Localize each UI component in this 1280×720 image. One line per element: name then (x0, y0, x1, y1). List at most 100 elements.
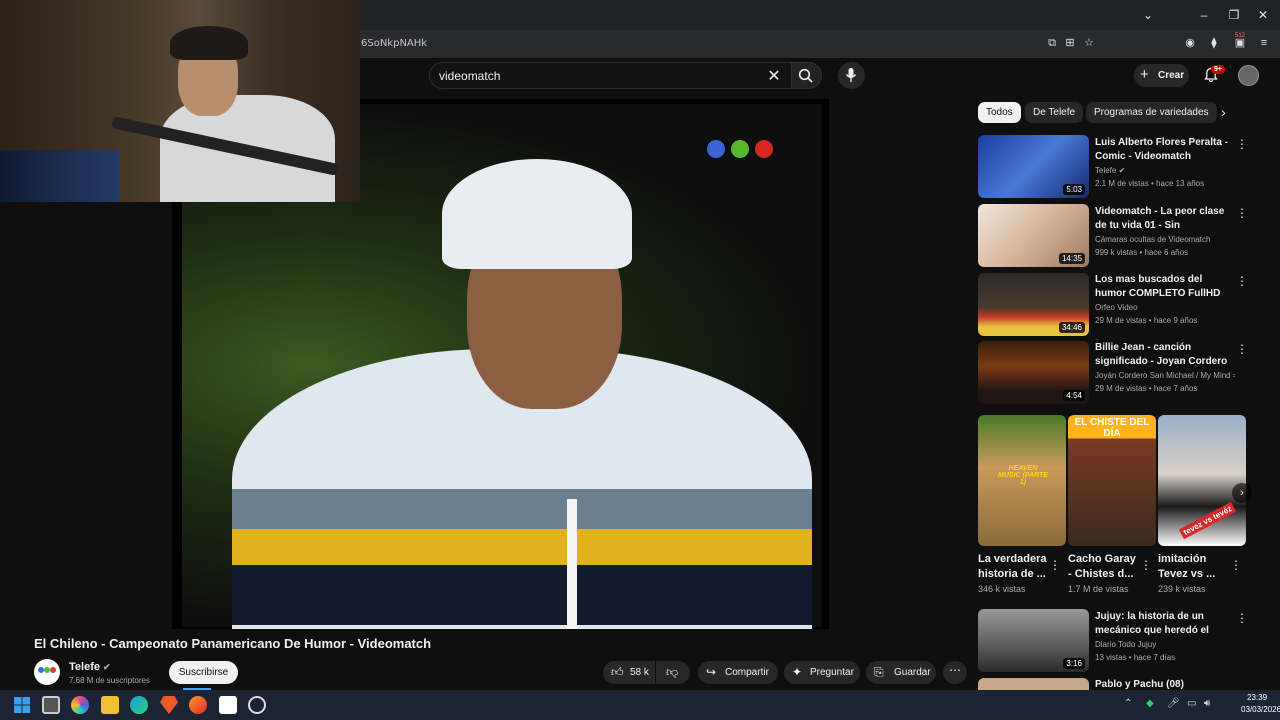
channel-watermark-dot (731, 140, 749, 158)
voice-search-button[interactable] (838, 62, 865, 89)
short-title[interactable]: Cacho Garay - Chistes d... (1068, 552, 1140, 582)
more-vertical-icon[interactable]: ⋮ (1236, 274, 1248, 288)
recommendation-channel[interactable]: Telefe ✔ (1095, 166, 1235, 175)
recommendation-channel[interactable]: Joyán Cordero San Michael / My Mind = ..… (1095, 371, 1235, 380)
webcam-overlay (0, 0, 360, 202)
store-icon[interactable] (219, 696, 237, 714)
channel-name-text[interactable]: Telefe (69, 661, 100, 673)
task-view-icon[interactable] (42, 696, 60, 714)
more-vertical-icon[interactable]: ⋮ (1049, 558, 1061, 572)
recommendation-thumbnail[interactable]: 3:16 (978, 609, 1089, 672)
short-views: 239 k vistas (1158, 584, 1206, 594)
short-thumbnail[interactable]: HEAVEN MUSIC (PARTE 1) (978, 415, 1066, 546)
windows-start-icon[interactable] (13, 696, 31, 714)
extensions-icon[interactable]: ⧫ (1207, 36, 1221, 50)
recommendation-title[interactable]: Luis Alberto Flores Peralta - Comic - Vi… (1095, 136, 1235, 164)
channel-name[interactable]: Telefe ✔ (69, 661, 111, 673)
more-vertical-icon[interactable]: ⋮ (1236, 137, 1248, 151)
active-app-indicator (183, 688, 211, 690)
share-button[interactable]: ↪ Compartir (698, 661, 778, 684)
chip-de-telefe[interactable]: De Telefe (1025, 102, 1084, 123)
short-views: 346 k vistas (978, 584, 1026, 594)
file-explorer-icon[interactable] (101, 696, 119, 714)
create-button[interactable]: + Crear (1134, 64, 1189, 87)
recommendation-title[interactable]: Pablo y Pachu (08) (1095, 678, 1235, 690)
more-vertical-icon[interactable]: ⋮ (1140, 558, 1152, 572)
recommendation-thumbnail[interactable]: 4:54 (978, 341, 1089, 404)
like-button[interactable]: 👍︎ 58 k (603, 661, 655, 684)
chevron-right-icon[interactable]: › (1221, 104, 1226, 120)
bookmark-star-icon[interactable]: ☆ (1082, 36, 1096, 50)
like-count: 58 k (630, 667, 649, 678)
chevron-up-icon[interactable]: ⌃ (1124, 698, 1132, 709)
subscriber-count: 7.68 M de suscriptores (69, 676, 150, 685)
recommendation-channel[interactable]: Cámaras ocultas de Videomatch (1095, 235, 1235, 244)
firefox-icon[interactable] (189, 696, 207, 714)
recommendation-thumbnail[interactable]: 14:35 (978, 204, 1089, 267)
duration-badge: 4:54 (1063, 390, 1085, 401)
ask-button[interactable]: ✦ Preguntar (784, 661, 860, 684)
close-icon[interactable]: ✕ (1254, 6, 1272, 24)
bookmark-icon: ⎘ (874, 665, 884, 679)
save-button[interactable]: ⎘ Guardar (866, 661, 936, 684)
recommendation-thumbnail[interactable] (978, 678, 1089, 690)
search-query[interactable]: videomatch (439, 69, 500, 83)
chip-todos[interactable]: Todos (978, 102, 1021, 123)
chevron-down-icon[interactable]: ⌄ (1139, 6, 1157, 24)
recommendation-title[interactable]: Videomatch - La peor clase de tu vida 01… (1095, 205, 1235, 233)
copilot-icon[interactable] (71, 696, 89, 714)
chip-programas-variedades[interactable]: Programas de variedades (1086, 102, 1217, 123)
short-overlay-text: tevez vs tevéz (1178, 501, 1237, 540)
volume-icon[interactable]: 🔊︎ (1204, 698, 1210, 709)
verified-icon: ✔ (103, 662, 111, 672)
screen: ⌄ – ❐ ✕ 6SoNkpNAHk ⧉ ⊞ ☆ ◉ ⧫ ▣ 512 ≡ vid… (0, 0, 1280, 720)
short-title[interactable]: imitación Tevez vs ... (1158, 552, 1230, 582)
recommendation-thumbnail[interactable]: 34:46 (978, 273, 1089, 336)
clock-date[interactable]: 03/03/2026 (1241, 705, 1280, 714)
duration-badge: 34:46 (1058, 322, 1085, 333)
recommendation-title[interactable]: Billie Jean - canción significado - Joya… (1095, 341, 1235, 369)
install-app-icon[interactable]: ⊞ (1063, 36, 1077, 50)
recommendation-meta: 999 k vistas • hace 6 años (1095, 248, 1189, 257)
more-vertical-icon[interactable]: ⋮ (1230, 558, 1242, 572)
thumbs-up-icon: 👍︎ (611, 665, 624, 679)
channel-avatar[interactable] (34, 659, 60, 685)
profile-icon[interactable]: ◉ (1183, 36, 1197, 50)
menu-icon[interactable]: ≡ (1257, 36, 1271, 50)
search-icon (798, 68, 813, 83)
recommendation-title[interactable]: Jujuy: la historia de un mecánico que he… (1095, 610, 1235, 638)
more-vertical-icon[interactable]: ⋮ (1236, 206, 1248, 220)
shield-icon[interactable]: ◆ (1146, 698, 1154, 709)
more-vertical-icon[interactable]: ⋮ (1236, 611, 1248, 625)
short-title[interactable]: La verdadera historia de ... (978, 552, 1050, 582)
picture-in-picture-icon[interactable]: ⧉ (1045, 36, 1059, 50)
clear-search-icon[interactable]: ✕ (766, 66, 782, 86)
recommendation-channel[interactable]: Diario Todo Jujuy (1095, 640, 1235, 649)
short-thumbnail[interactable]: tevez vs tevéz (1158, 415, 1246, 546)
video-title: El Chileno - Campeonato Panamericano De … (34, 636, 432, 651)
shorts-next-button[interactable]: › (1232, 483, 1252, 503)
network-icon[interactable]: ▭ (1187, 698, 1196, 709)
recommendation-channel[interactable]: Orfeo Video (1095, 303, 1235, 312)
more-actions-button[interactable]: ⋯ (943, 661, 967, 684)
search-button[interactable] (792, 62, 822, 89)
subscribe-button[interactable]: Suscribirse (169, 661, 238, 684)
url-text[interactable]: 6SoNkpNAHk (361, 38, 427, 49)
microphone-tray-icon[interactable]: 🎤︎ (1167, 698, 1180, 709)
extension-badge: 512 (1235, 33, 1246, 39)
channel-watermark-dot (755, 140, 773, 158)
more-vertical-icon[interactable]: ⋮ (1236, 342, 1248, 356)
recommendation-title[interactable]: Los mas buscados del humor COMPLETO Full… (1095, 273, 1235, 301)
minimize-icon[interactable]: – (1195, 6, 1213, 24)
dislike-button[interactable]: 👎︎ (656, 661, 690, 684)
obs-icon[interactable] (248, 696, 266, 714)
recommendation-thumbnail[interactable]: 5:03 (978, 135, 1089, 198)
edge-icon[interactable] (130, 696, 148, 714)
restore-icon[interactable]: ❐ (1225, 6, 1243, 24)
short-thumbnail[interactable]: EL CHISTE DEL DÍA (1068, 415, 1156, 546)
clock-time[interactable]: 23:39 (1247, 693, 1267, 702)
sparkle-icon: ✦ (792, 665, 803, 679)
account-avatar[interactable] (1238, 65, 1259, 86)
create-label: Crear (1158, 70, 1185, 81)
save-label: Guardar (894, 667, 931, 678)
